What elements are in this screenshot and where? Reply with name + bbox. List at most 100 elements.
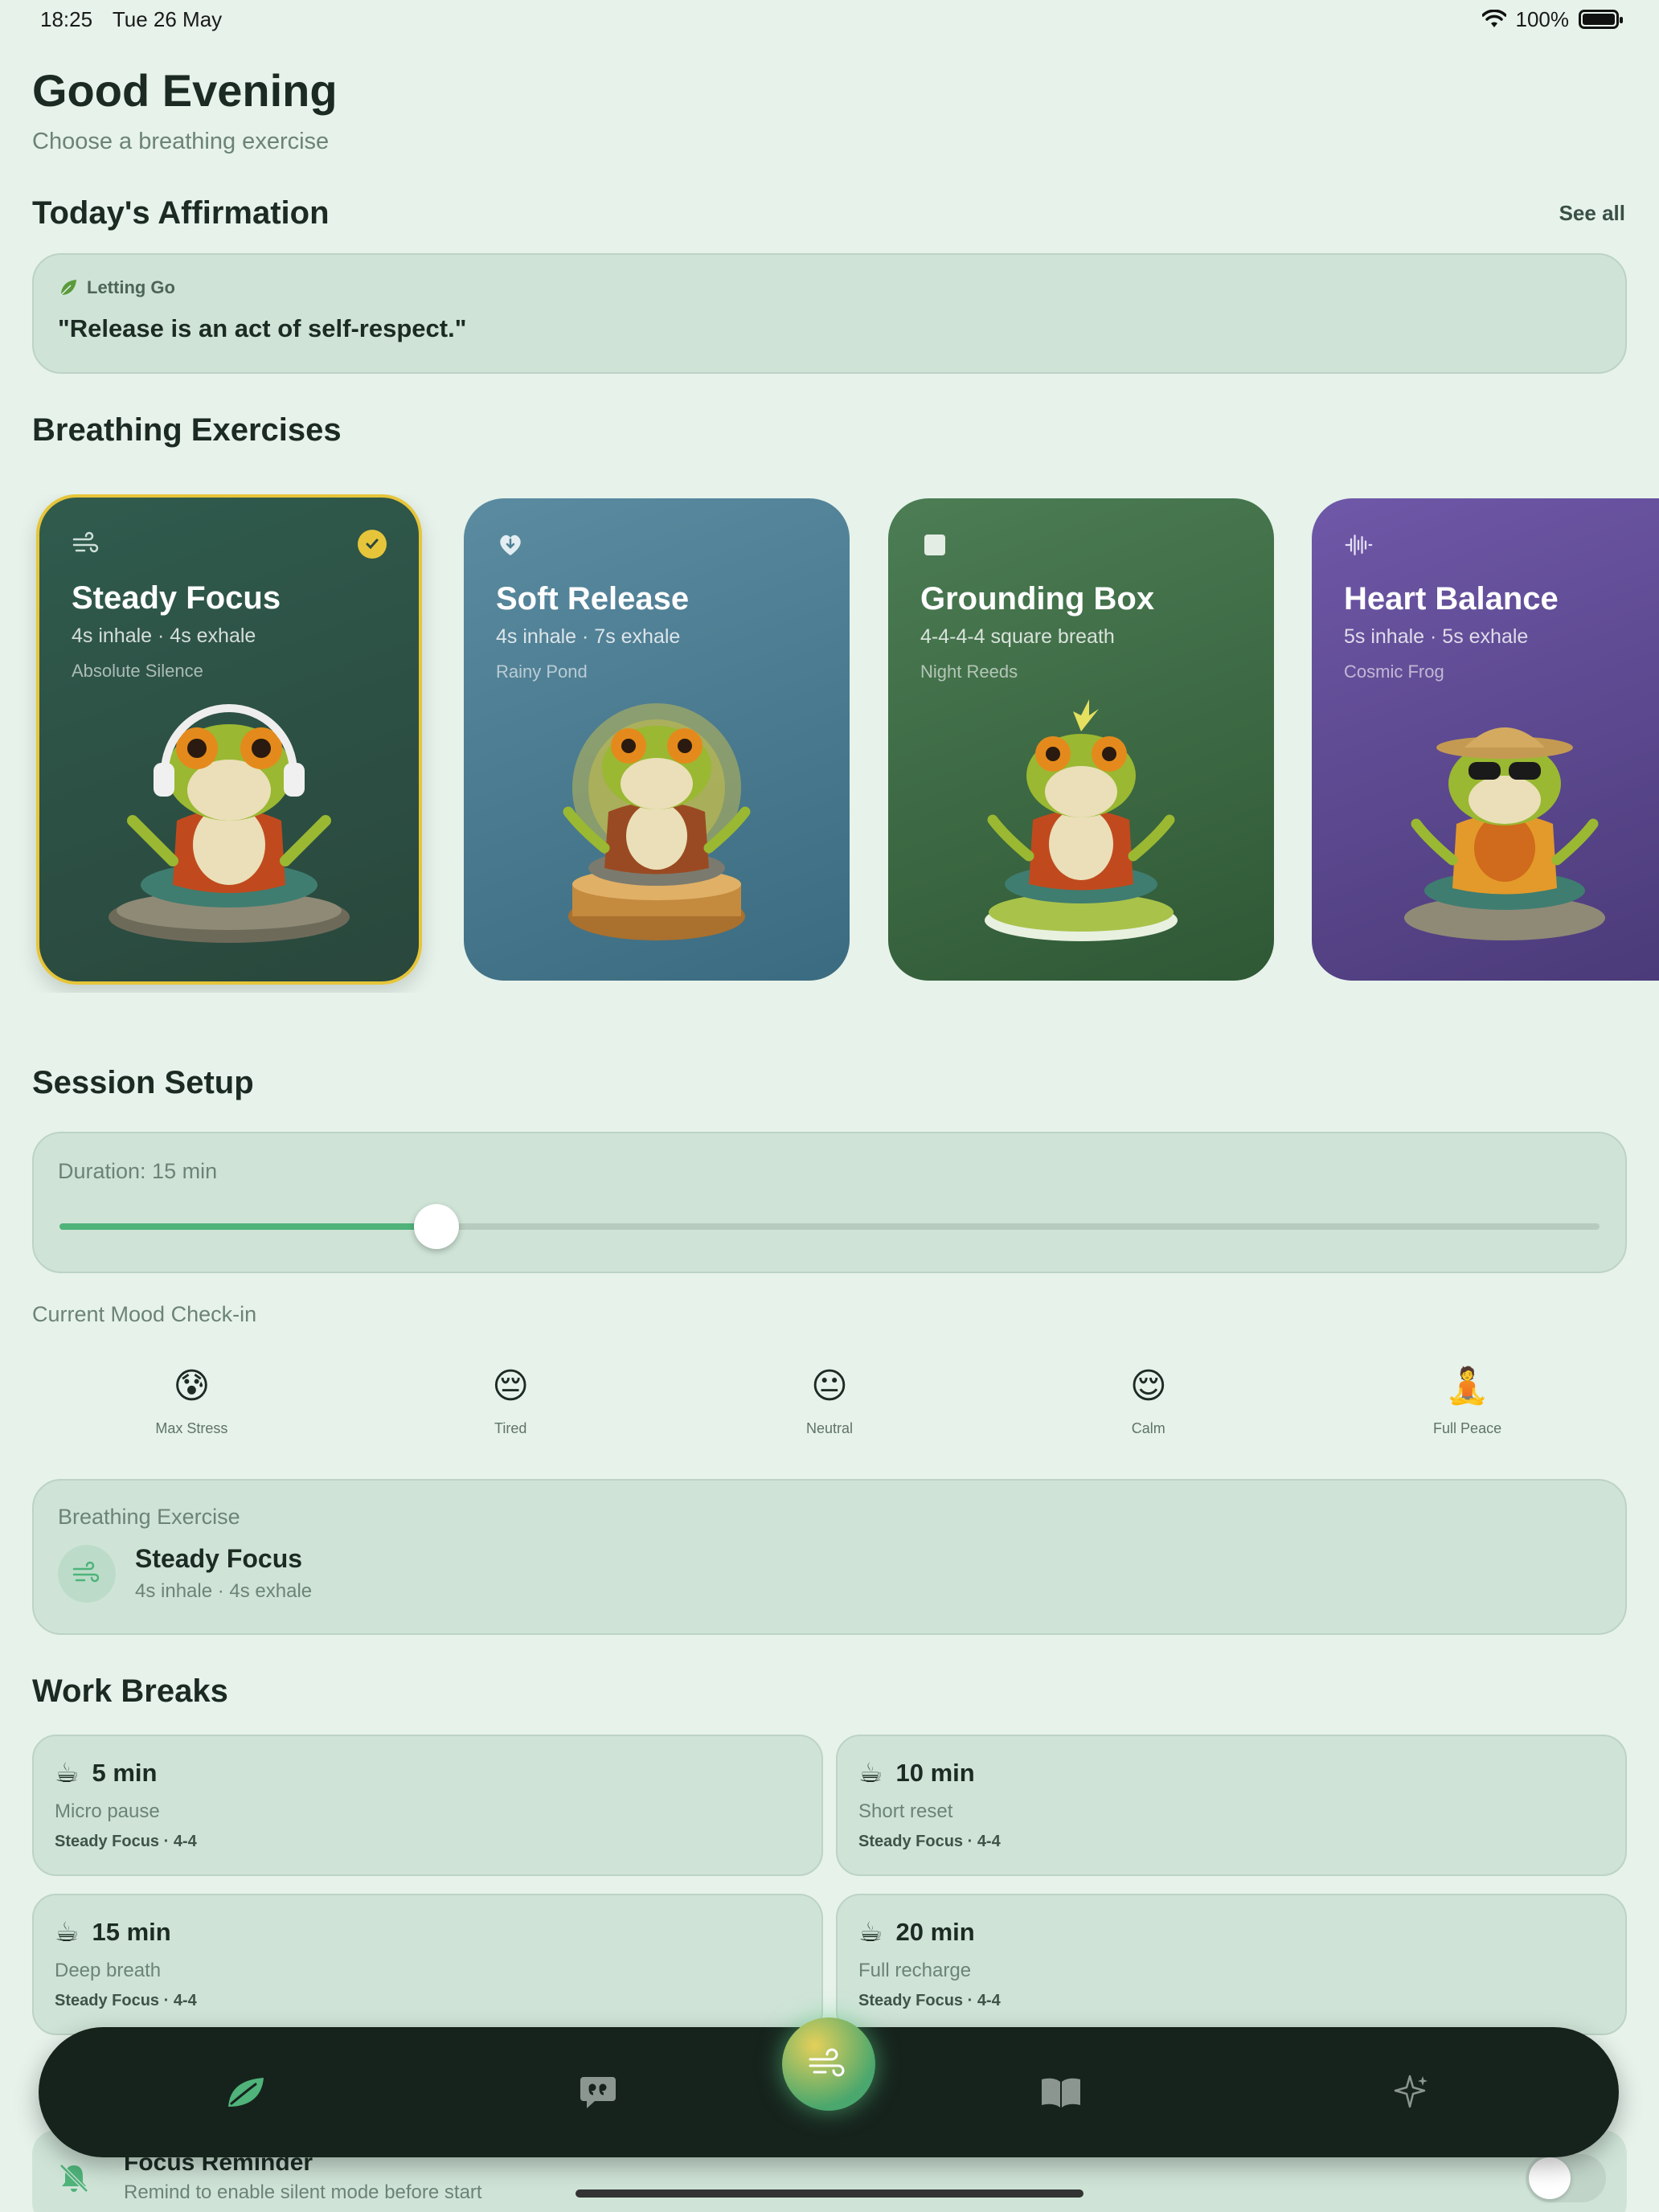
frog-halo-illustration <box>563 703 751 940</box>
tab-bar <box>39 2017 1619 2157</box>
exercise-card-steady-focus[interactable]: Steady Focus 4s inhale · 4s exhale Absol… <box>36 494 422 985</box>
status-right: 100% <box>1481 6 1623 32</box>
exercise-card-pattern: 4s inhale · 7s exhale <box>496 625 681 648</box>
affirmation-section-title: Today's Affirmation <box>32 195 330 231</box>
tab-breathe[interactable] <box>782 2017 875 2111</box>
selected-exercise-panel[interactable]: Breathing Exercise Steady Focus 4s inhal… <box>32 1479 1627 1635</box>
focus-reminder-text: Focus Reminder Remind to enable silent m… <box>124 2149 482 2204</box>
mood-label-text: Neutral <box>805 1420 853 1436</box>
mood-full-peace[interactable]: 🧘 Full Peace <box>1363 1362 1572 1437</box>
exercise-card-title: Grounding Box <box>920 581 1155 616</box>
frog-sunhat-illustration <box>1404 727 1605 940</box>
affirmation-card[interactable]: Letting Go "Release is an act of self-re… <box>32 253 1627 374</box>
relieved-face-icon: 😌 <box>1129 1366 1167 1406</box>
home-indicator <box>576 2189 1083 2198</box>
duration-slider[interactable] <box>59 1204 1600 1249</box>
leaf-icon <box>228 2078 264 2107</box>
wind-icon <box>58 1544 116 1603</box>
status-left: 18:25 Tue 26 May <box>40 7 236 32</box>
battery-percent: 100% <box>1515 6 1570 31</box>
exercise-card-title: Heart Balance <box>1344 581 1559 616</box>
mood-label-text: Max Stress <box>155 1420 228 1436</box>
work-break-card[interactable]: ☕ 15 min Deep breath Steady Focus · 4-4 <box>32 1894 823 2035</box>
mood-label-text: Full Peace <box>1433 1420 1502 1436</box>
work-break-card[interactable]: ☕ 5 min Micro pause Steady Focus · 4-4 <box>32 1735 823 1876</box>
selected-exercise-text: Steady Focus 4s inhale · 4s exhale <box>135 1544 312 1603</box>
selected-exercise-name: Steady Focus <box>135 1544 303 1573</box>
session-section-title: Session Setup <box>32 1065 254 1100</box>
anxious-face-icon: 😰 <box>173 1366 211 1406</box>
break-description: Micro pause <box>55 1800 160 1822</box>
mood-max-stress[interactable]: 😰 Max Stress <box>87 1362 296 1437</box>
battery-icon <box>1579 10 1623 29</box>
slider-thumb[interactable] <box>414 1204 460 1249</box>
neutral-face-icon: 😐 <box>811 1366 848 1406</box>
mood-label-text: Tired <box>494 1420 527 1436</box>
mood-label-text: Calm <box>1131 1420 1165 1436</box>
work-break-card[interactable]: ☕ 10 min Short reset Steady Focus · 4-4 <box>836 1735 1627 1876</box>
break-description: Full recharge <box>858 1960 972 1981</box>
break-meta: Steady Focus · 4-4 <box>858 1833 1001 1850</box>
break-meta: Steady Focus · 4-4 <box>55 1833 197 1850</box>
affirmation-tag-label: Letting Go <box>87 277 175 297</box>
break-meta: Steady Focus · 4-4 <box>858 1992 1001 2009</box>
see-all-link[interactable]: See all <box>1559 201 1625 226</box>
break-meta: Steady Focus · 4-4 <box>55 1992 197 2009</box>
sparkle-icon <box>1394 2075 1428 2108</box>
exercise-card-sound: Absolute Silence <box>72 661 203 681</box>
tab-library[interactable] <box>1029 2060 1093 2124</box>
break-time: 5 min <box>92 1759 158 1787</box>
exercise-card-heart-balance[interactable]: Heart Balance 5s inhale · 5s exhale Cosm… <box>1312 498 1659 981</box>
break-time: 20 min <box>895 1918 975 1946</box>
exercise-card-pattern: 4-4-4-4 square breath <box>920 625 1115 648</box>
wifi-icon <box>1481 10 1506 27</box>
mood-label: Current Mood Check-in <box>32 1302 257 1326</box>
mood-tired[interactable]: 😔 Tired <box>406 1362 615 1437</box>
selected-exercise-row: Steady Focus 4s inhale · 4s exhale <box>58 1544 1601 1603</box>
status-bar: 18:25 Tue 26 May 100% <box>0 0 1659 39</box>
tab-home[interactable] <box>214 2060 278 2124</box>
page-subtitle: Choose a breathing exercise <box>32 129 330 154</box>
waveform-icon <box>1345 535 1373 555</box>
exercise-card-sound: Cosmic Frog <box>1344 662 1444 682</box>
coffee-icon: ☕ <box>858 1758 883 1788</box>
book-icon <box>1042 2078 1080 2108</box>
focus-reminder-subtitle: Remind to enable silent mode before star… <box>124 2181 482 2203</box>
mood-selector: 😰 Max Stress 😔 Tired 😐 Neutral 😌 Calm 🧘 … <box>32 1362 1627 1437</box>
break-description: Deep breath <box>55 1960 162 1981</box>
selected-exercise-label: Breathing Exercise <box>58 1505 240 1529</box>
exercise-card-sound: Night Reeds <box>920 662 1018 682</box>
tab-affirmations[interactable] <box>566 2060 630 2124</box>
focus-reminder-toggle[interactable] <box>1526 2154 1606 2202</box>
duration-label: Duration: 15 min <box>58 1159 218 1183</box>
selected-exercise-pattern: 4s inhale · 4s exhale <box>135 1580 313 1602</box>
leaf-icon <box>60 280 76 296</box>
tab-discover[interactable] <box>1379 2060 1444 2124</box>
frog-headphones-illustration <box>109 704 350 943</box>
wind-icon <box>809 2048 845 2077</box>
status-time: 18:25 <box>40 6 93 31</box>
page-title: Good Evening <box>32 65 338 116</box>
break-time: 10 min <box>895 1759 975 1787</box>
coffee-icon: ☕ <box>858 1917 883 1948</box>
quote-bubble-icon <box>580 2077 616 2108</box>
frog-lilypad-illustration <box>985 699 1178 941</box>
exercise-card-grounding-box[interactable]: Grounding Box 4-4-4-4 square breath Nigh… <box>888 498 1274 981</box>
mood-calm[interactable]: 😌 Calm <box>1044 1362 1253 1437</box>
exercises-section-title: Breathing Exercises <box>32 412 342 448</box>
coffee-icon: ☕ <box>55 1917 80 1948</box>
exercise-card-title: Steady Focus <box>72 580 281 616</box>
mood-neutral[interactable]: 😐 Neutral <box>725 1362 934 1437</box>
pensive-face-icon: 😔 <box>492 1366 530 1406</box>
exercise-card-sound: Rainy Pond <box>496 662 588 682</box>
wind-icon <box>72 531 99 553</box>
exercise-card-pattern: 4s inhale · 4s exhale <box>72 625 256 647</box>
exercise-card-soft-release[interactable]: Soft Release 4s inhale · 7s exhale Rainy… <box>464 498 850 981</box>
work-break-card[interactable]: ☕ 20 min Full recharge Steady Focus · 4-4 <box>836 1894 1627 2035</box>
exercise-carousel[interactable]: Steady Focus 4s inhale · 4s exhale Absol… <box>0 494 1659 993</box>
slider-fill <box>59 1223 437 1230</box>
meditation-icon: 🧘 <box>1445 1366 1489 1406</box>
status-date: Tue 26 May <box>112 6 223 31</box>
duration-panel: Duration: 15 min <box>32 1132 1627 1273</box>
break-time: 15 min <box>92 1918 171 1946</box>
